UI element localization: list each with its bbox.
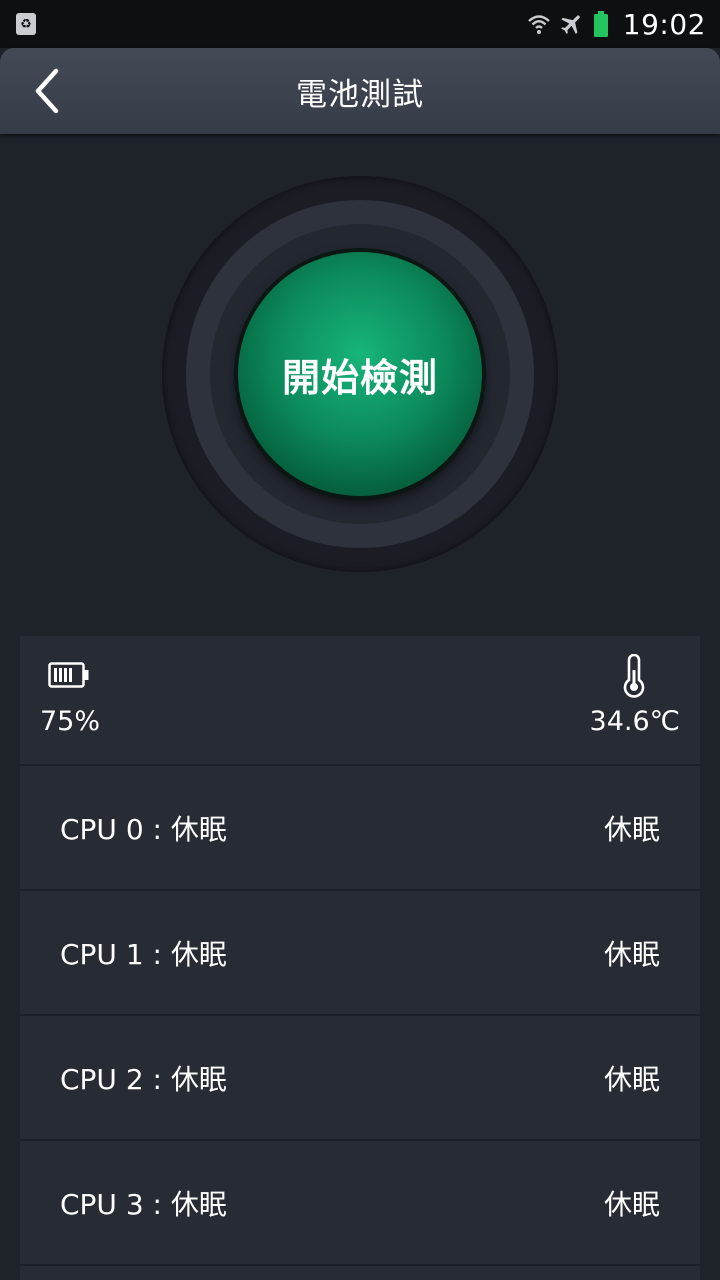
start-detection-button[interactable]: 開始檢測	[238, 252, 482, 496]
screen: ♻ 19:02 電池測試 開始檢測 75% 34.6℃ CPU 0: 休眠 休…	[0, 0, 720, 1280]
wifi-icon	[527, 15, 550, 34]
battery-level-value: 75%	[40, 706, 101, 737]
cpu-status: 休眠	[603, 1062, 660, 1096]
cpu-row: CPU 2 : 休眠 休眠	[20, 1016, 700, 1141]
recycle-notification-icon: ♻	[16, 13, 36, 35]
start-detection-label: 開始檢測	[281, 355, 438, 400]
cpu-row: CPU 0 : 休眠 休眠	[20, 766, 700, 891]
page-title: 電池測試	[296, 76, 424, 113]
temperature-value: 34.6℃	[589, 706, 680, 737]
cpu-label: CPU 3 : 休眠	[60, 1187, 227, 1221]
cpu-label: CPU 1 : 休眠	[60, 937, 227, 971]
stats-row: 75% 34.6℃	[20, 636, 700, 766]
cpu-status: 休眠	[603, 937, 660, 971]
cpu-row: CPU 1 : 休眠 休眠	[20, 891, 700, 1016]
thermometer-icon	[623, 654, 645, 698]
cpu-label: CPU 2 : 休眠	[60, 1062, 227, 1096]
app-bar: 電池測試	[0, 48, 720, 134]
cpu-status: 休眠	[603, 812, 660, 846]
status-bar: ♻ 19:02	[0, 0, 720, 48]
cpu-label: CPU 0 : 休眠	[60, 812, 227, 846]
status-time: 19:02	[622, 7, 706, 41]
cpu-status: 休眠	[603, 1187, 660, 1221]
info-panel: 75% 34.6℃ CPU 0 : 休眠 休眠 CPU 1 : 休眠 休眠 CP…	[20, 636, 700, 1280]
airplane-icon	[561, 15, 580, 34]
cpu-row: CPU 3 : 休眠 休眠	[20, 1141, 700, 1266]
battery-icon	[593, 11, 608, 37]
battery-level-icon	[48, 662, 89, 688]
